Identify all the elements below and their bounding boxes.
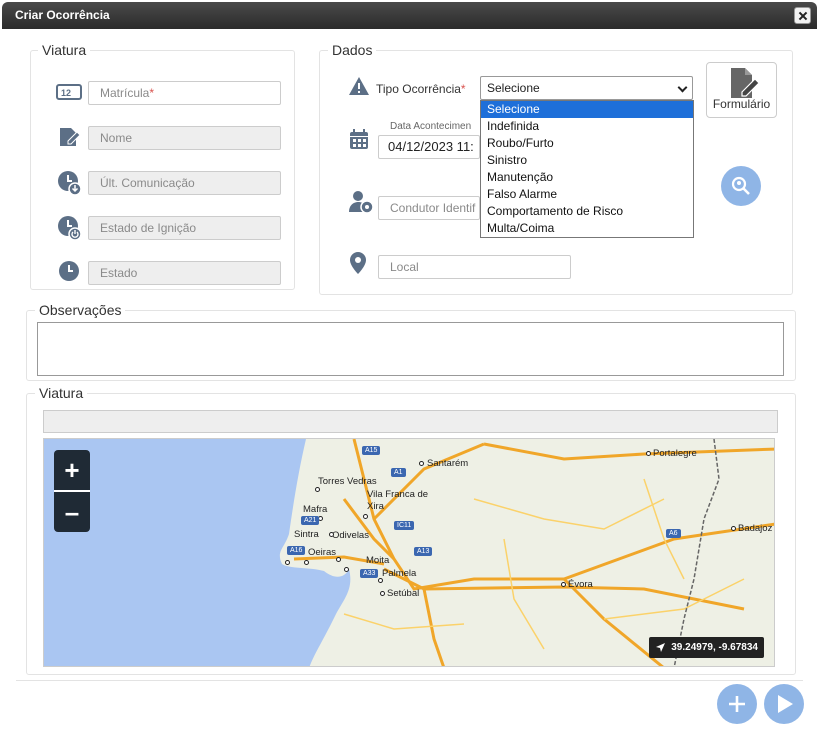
map-city-marker	[304, 560, 309, 565]
observacoes-legend: Observações	[35, 302, 126, 318]
clock-power-icon	[58, 216, 82, 241]
tipo-ocorrencia-dropdown: Selecione Indefinida Roubo/Furto Sinistr…	[480, 100, 694, 238]
dropdown-option[interactable]: Multa/Coima	[481, 220, 693, 237]
map-background	[44, 439, 774, 666]
search-location-icon	[731, 176, 750, 195]
estado-field[interactable]: Estado	[88, 261, 281, 285]
close-icon[interactable]	[794, 7, 811, 24]
zoom-out-button[interactable]: –	[54, 492, 90, 532]
map-city-marker	[561, 582, 566, 587]
map-city-marker	[336, 557, 341, 562]
road-badge: A21	[301, 516, 320, 525]
map-city-marker	[363, 514, 368, 519]
map-label-portalegre: Portalegre	[653, 448, 697, 459]
nome-field[interactable]: Nome	[88, 126, 281, 150]
map-label-palmela: Palmela	[382, 568, 417, 579]
map-coordinates: 39.24979, -9.67834	[649, 637, 764, 658]
map-label-vila-franca: Vila Franca de	[367, 489, 429, 500]
map-city-marker	[285, 560, 290, 565]
viatura-legend: Viatura	[38, 42, 91, 58]
map-label-santarem: Santarém	[427, 458, 469, 469]
document-edit-icon	[731, 68, 760, 98]
map-city-marker	[731, 526, 736, 531]
data-acontecimento-label: Data Acontecimen	[390, 121, 472, 132]
dropdown-option[interactable]: Comportamento de Risco	[481, 203, 693, 220]
road-badge: A15	[362, 446, 381, 455]
svg-text:12: 12	[61, 88, 71, 98]
observacoes-textarea[interactable]	[37, 322, 784, 376]
road-badge: A6	[666, 529, 681, 538]
local-field[interactable]: Local	[378, 255, 571, 279]
condutor-field[interactable]: Condutor Identif	[378, 196, 480, 220]
clock-icon	[59, 261, 79, 281]
warning-icon	[349, 77, 369, 95]
tipo-ocorrencia-select[interactable]: Selecione	[480, 76, 693, 100]
zoom-in-button[interactable]: +	[54, 450, 90, 490]
map-label-badajoz: Badajoz	[738, 523, 773, 534]
chevron-down-icon	[677, 82, 688, 93]
map-label-mafra: Mafra	[303, 504, 328, 515]
road-badge: IC11	[394, 521, 415, 530]
map-city-marker	[646, 451, 651, 456]
map-legend: Viatura	[35, 385, 88, 401]
map-city-marker	[380, 591, 385, 596]
play-button[interactable]	[764, 684, 804, 724]
window-titlebar: Criar Ocorrência	[2, 2, 817, 29]
road-badge: A33	[360, 569, 379, 578]
dados-legend: Dados	[328, 42, 377, 58]
license-plate-icon: 12	[56, 84, 82, 100]
window-title: Criar Ocorrência	[15, 8, 110, 22]
map-label-moita: Moita	[366, 555, 390, 566]
road-badge: A16	[287, 546, 306, 555]
dropdown-option[interactable]: Indefinida	[481, 118, 693, 135]
map-view[interactable]: Santarém Portalegre Torres Vedras Vila F…	[43, 438, 775, 667]
map-marker-icon	[350, 252, 366, 274]
map-label-oeiras: Oeiras	[308, 547, 336, 558]
driver-icon	[349, 191, 374, 214]
map-city-marker	[344, 567, 349, 572]
map-city-marker	[329, 532, 334, 537]
navigation-arrow-icon	[656, 643, 666, 652]
map-label-sintra: Sintra	[294, 529, 319, 540]
play-icon	[778, 695, 793, 713]
edit-signature-icon	[60, 128, 81, 146]
map-city-marker	[419, 461, 424, 466]
footer-divider	[16, 680, 803, 681]
formulario-button[interactable]: Formulário	[706, 62, 777, 118]
dropdown-option[interactable]: Manutenção	[481, 169, 693, 186]
map-label-odivelas: Odivelas	[332, 530, 369, 541]
locate-button[interactable]	[721, 166, 761, 206]
calendar-icon	[350, 129, 368, 149]
plus-icon	[729, 696, 745, 712]
dropdown-option[interactable]: Roubo/Furto	[481, 135, 693, 152]
clock-download-icon	[58, 171, 82, 196]
map-label-setubal: Setúbal	[387, 588, 420, 599]
map-label-torres-vedras: Torres Vedras	[318, 476, 377, 487]
map-label-evora: Évora	[568, 579, 593, 590]
estado-ignicao-field[interactable]: Estado de Ignição	[88, 216, 281, 240]
matricula-field[interactable]: Matrícula*	[88, 81, 281, 105]
ult-comunicacao-field[interactable]: Últ. Comunicação	[88, 171, 281, 195]
map-search-bar[interactable]	[43, 410, 778, 433]
add-button[interactable]	[717, 684, 757, 724]
map-city-marker	[315, 487, 320, 492]
data-acontecimento-field[interactable]: 04/12/2023 11:	[378, 135, 480, 159]
dropdown-option[interactable]: Sinistro	[481, 152, 693, 169]
road-badge: A1	[391, 468, 406, 477]
map-label-xira: Xira	[367, 501, 384, 512]
dropdown-option[interactable]: Falso Alarme	[481, 186, 693, 203]
dropdown-option[interactable]: Selecione	[481, 101, 693, 118]
map-zoom-control: + –	[54, 450, 90, 532]
road-badge: A13	[414, 547, 433, 556]
tipo-ocorrencia-label: Tipo Ocorrência*	[376, 82, 466, 96]
map-city-marker	[378, 578, 383, 583]
